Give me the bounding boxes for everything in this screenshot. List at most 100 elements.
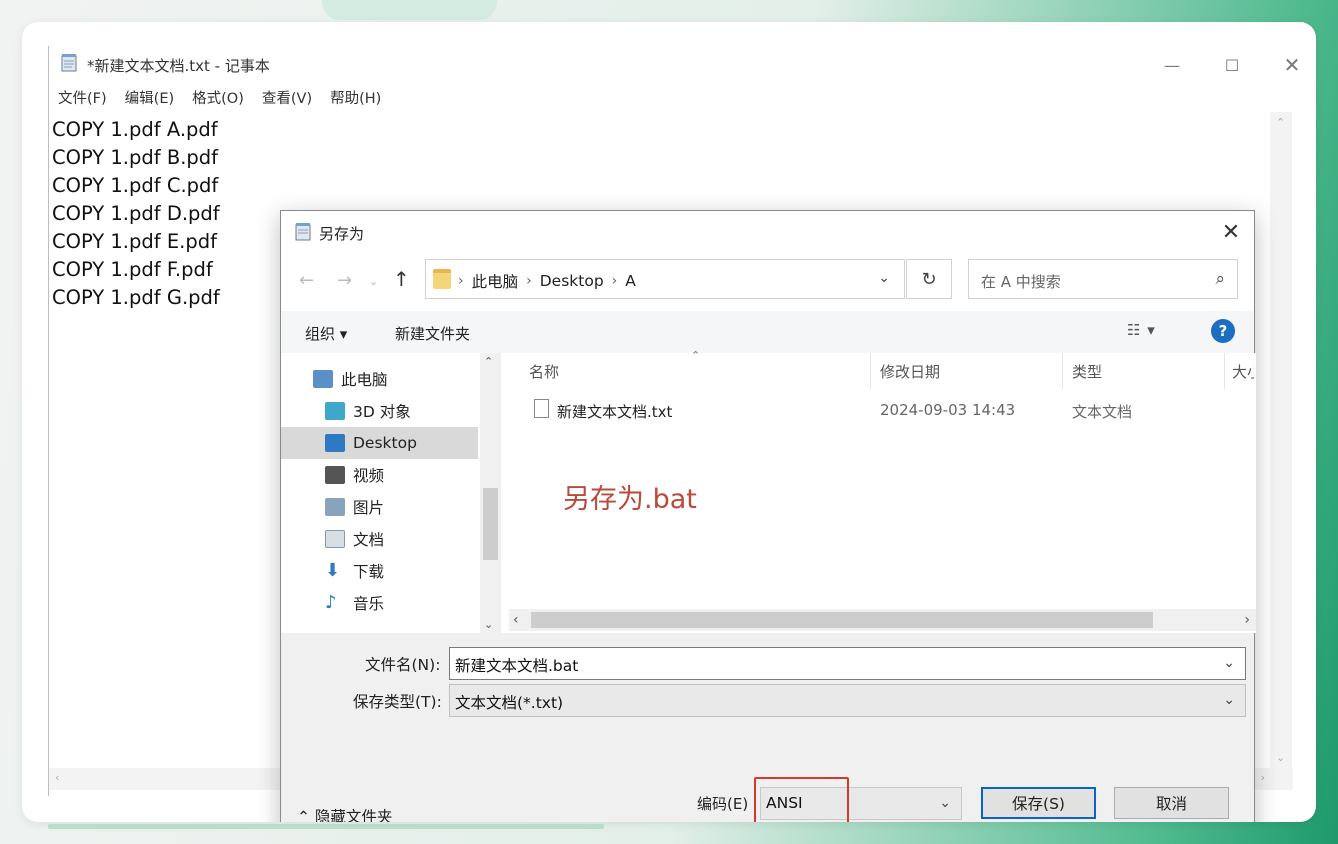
bottom-decoration-bar: [48, 824, 604, 829]
background-blob: [322, 0, 497, 20]
new-folder-button[interactable]: 新建文件夹: [395, 323, 470, 344]
nav-item-downloads[interactable]: ⬇ 下载: [281, 555, 478, 587]
organize-button[interactable]: 组织 ▾: [305, 323, 347, 344]
text-line: COPY 1.pdf B.pdf: [52, 146, 219, 169]
column-divider: [1224, 353, 1225, 389]
minimize-button[interactable]: —: [1149, 50, 1195, 80]
breadcrumb-item[interactable]: 此电脑: [472, 270, 519, 292]
chevron-down-icon[interactable]: ⌄: [1223, 655, 1235, 671]
download-icon: ⬇: [325, 560, 341, 581]
navigation-bar: ← → ⌄ ↑ › 此电脑 › Desktop › A ⌄ ↻ 在 A 中搜索 …: [281, 253, 1254, 311]
dialog-close-button[interactable]: ✕: [1214, 217, 1248, 247]
breadcrumb-item[interactable]: A: [625, 272, 636, 290]
menu-view[interactable]: 查看(V): [253, 86, 321, 112]
notepad-vertical-scrollbar[interactable]: ⌃ ⌄: [1270, 112, 1292, 768]
notepad-window: *新建文本文档.txt - 记事本 — ☐ ✕ 文件(F) 编辑(E) 格式(O…: [48, 46, 1300, 822]
scrollbar-thumb[interactable]: [483, 488, 498, 560]
hide-folders-label: 隐藏文件夹: [314, 808, 393, 822]
nav-pane-scrollbar[interactable]: ⌃ ⌄: [480, 353, 501, 633]
close-button[interactable]: ✕: [1269, 50, 1315, 80]
menu-help[interactable]: 帮助(H): [321, 86, 390, 112]
desktop-icon: [325, 434, 345, 452]
chevron-right-icon: ›: [611, 273, 618, 289]
nav-item-documents[interactable]: 文档: [281, 523, 478, 555]
nav-item-music[interactable]: ♪ 音乐: [281, 587, 478, 619]
nav-item-pictures[interactable]: 图片: [281, 491, 478, 523]
column-header-type[interactable]: 类型: [1072, 361, 1102, 382]
back-arrow-icon[interactable]: ←: [299, 270, 314, 291]
menu-edit[interactable]: 编辑(E): [116, 86, 183, 112]
cancel-button[interactable]: 取消: [1114, 787, 1229, 819]
file-name[interactable]: 新建文本文档.txt: [557, 401, 672, 422]
breadcrumb: › 此电脑 › Desktop › A: [458, 270, 636, 292]
scroll-up-icon: ⌃: [484, 355, 494, 368]
save-button[interactable]: 保存(S): [981, 787, 1096, 819]
dialog-toolbar: 组织 ▾ 新建文件夹 ☷ ▾ ?: [281, 311, 1254, 353]
close-icon: ✕: [1283, 53, 1301, 77]
menu-format[interactable]: 格式(O): [183, 86, 253, 112]
nav-item-desktop[interactable]: Desktop: [281, 427, 478, 459]
column-header-name[interactable]: 名称: [529, 361, 559, 382]
help-icon[interactable]: ?: [1211, 319, 1235, 343]
pictures-icon: [325, 498, 345, 516]
column-header-date[interactable]: 修改日期: [880, 361, 940, 382]
sort-indicator-icon: ⌃: [691, 349, 701, 362]
filetype-select[interactable]: 文本文档(*.txt) ⌄: [449, 684, 1246, 717]
scrollbar-thumb[interactable]: [531, 612, 1153, 628]
nav-item-3d-objects[interactable]: 3D 对象: [281, 395, 478, 427]
music-icon: ♪: [325, 592, 337, 613]
nav-item-label: 图片: [353, 499, 385, 517]
notepad-icon: [295, 223, 311, 241]
video-icon: [325, 466, 345, 484]
encoding-label: 编码(E): [697, 795, 749, 813]
scroll-left-icon: ‹: [55, 771, 60, 784]
refresh-button[interactable]: ↻: [906, 259, 952, 299]
view-options-icon[interactable]: ☷ ▾: [1127, 321, 1156, 339]
menu-file[interactable]: 文件(F): [49, 86, 116, 112]
column-header-size[interactable]: 大小: [1232, 361, 1254, 382]
nav-item-this-pc[interactable]: 此电脑: [281, 363, 478, 395]
close-icon: ✕: [1221, 219, 1241, 245]
nav-item-label: 音乐: [353, 595, 385, 613]
forward-arrow-icon[interactable]: →: [337, 270, 352, 291]
encoding-highlight-box: [754, 777, 849, 822]
chevron-down-icon: ⌄: [1223, 692, 1235, 708]
nav-item-label: 此电脑: [341, 371, 388, 389]
dialog-titlebar: 另存为 ✕: [281, 211, 1254, 253]
scroll-down-icon: ⌄: [484, 618, 494, 631]
filetype-value: 文本文档(*.txt): [455, 694, 564, 712]
3d-objects-icon: [325, 402, 345, 420]
chevron-right-icon: ›: [458, 273, 464, 289]
chevron-down-icon[interactable]: ⌄: [878, 270, 890, 286]
column-divider: [870, 353, 871, 389]
notepad-menubar: 文件(F) 编辑(E) 格式(O) 查看(V) 帮助(H): [49, 86, 390, 112]
hide-folders-toggle[interactable]: ⌃ 隐藏文件夹: [297, 805, 392, 822]
address-bar[interactable]: › 此电脑 › Desktop › A ⌄: [425, 259, 905, 299]
breadcrumb-item[interactable]: Desktop: [540, 272, 604, 290]
search-input[interactable]: 在 A 中搜索 ⌕: [968, 259, 1238, 299]
scroll-right-icon: ›: [1260, 771, 1265, 784]
scroll-left-icon: ‹: [513, 612, 519, 628]
chevron-down-icon: ⌄: [939, 795, 951, 811]
notepad-title: *新建文本文档.txt - 记事本: [87, 57, 270, 75]
annotation-text: 另存为.bat: [563, 484, 697, 515]
nav-item-videos[interactable]: 视频: [281, 459, 478, 491]
up-arrow-icon[interactable]: ↑: [393, 267, 410, 291]
notepad-titlebar: *新建文本文档.txt - 记事本 — ☐ ✕: [49, 46, 1300, 84]
nav-item-label: 下载: [353, 563, 385, 581]
text-line: COPY 1.pdf A.pdf: [52, 118, 218, 141]
nav-item-label: 3D 对象: [353, 403, 411, 421]
filename-input[interactable]: 新建文本文档.bat ⌄: [449, 647, 1246, 680]
recent-dropdown-icon[interactable]: ⌄: [369, 275, 378, 288]
nav-item-label: Desktop: [353, 434, 417, 452]
text-file-icon: [534, 399, 549, 418]
save-as-dialog: 另存为 ✕ ← → ⌄ ↑ › 此电脑 › Desktop › A ⌄ ↻ 在 …: [280, 210, 1256, 822]
nav-item-label: 视频: [353, 467, 385, 485]
file-list-horizontal-scrollbar[interactable]: ‹ ›: [509, 609, 1256, 631]
scroll-down-icon: ⌄: [1276, 751, 1286, 764]
file-type: 文本文档: [1072, 403, 1133, 421]
search-icon: ⌕: [1215, 269, 1225, 289]
dialog-title: 另存为: [319, 225, 365, 243]
filename-value: 新建文本文档.bat: [455, 657, 579, 675]
maximize-button[interactable]: ☐: [1209, 50, 1255, 80]
